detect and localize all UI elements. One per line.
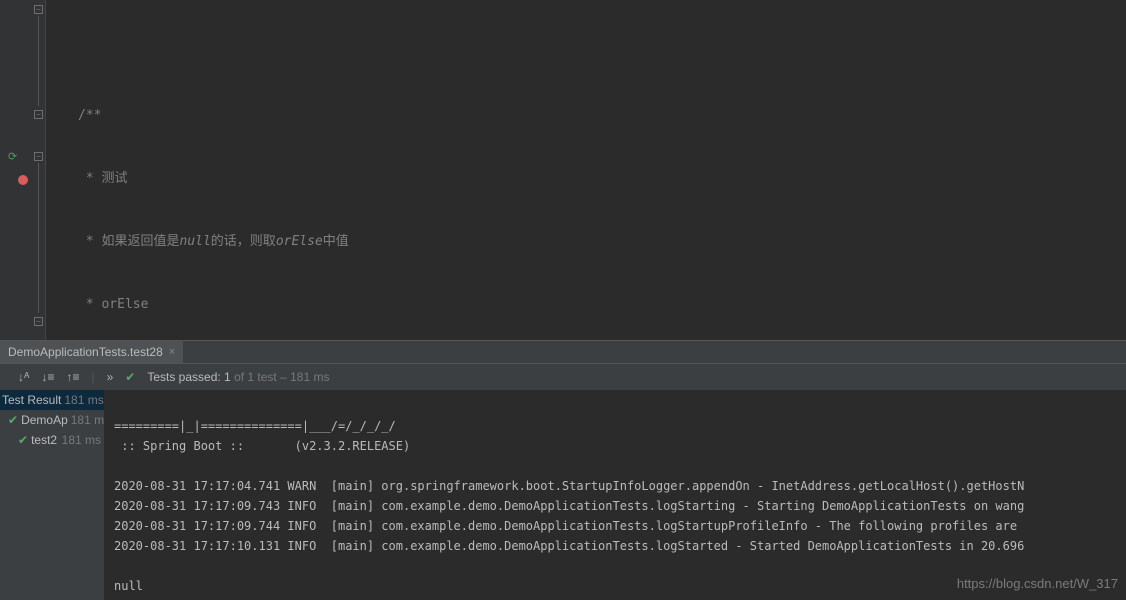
console-line: null (114, 579, 143, 593)
run-tab[interactable]: DemoApplicationTests.test28 × (0, 341, 183, 363)
sort-asc-icon[interactable]: ↓≡ (41, 370, 54, 384)
tests-passed-text: Tests passed: 1 of 1 test – 181 ms (147, 370, 329, 384)
fold-toggle-icon[interactable]: − (34, 5, 43, 14)
tree-root[interactable]: Test Result 181 ms (0, 390, 104, 410)
tab-label: DemoApplicationTests.test28 (8, 345, 163, 359)
comment-line: /** (78, 108, 101, 123)
fold-toggle-icon[interactable]: − (34, 317, 43, 326)
run-tab-bar: DemoApplicationTests.test28 × (0, 340, 1126, 363)
check-icon: ✔ (125, 370, 135, 384)
console-line: :: Spring Boot :: (v2.3.2.RELEASE) (114, 439, 410, 453)
expand-icon[interactable]: » (107, 370, 114, 384)
sort-desc-icon[interactable]: ↑≡ (66, 370, 79, 384)
breakpoint-icon[interactable] (18, 175, 28, 185)
test-tree[interactable]: Test Result 181 ms ✔ DemoAp 181 ms ✔ tes… (0, 390, 104, 600)
console-line: 2020-08-31 17:17:10.131 INFO [main] com.… (114, 539, 1024, 553)
comment-line: * 如果返回值是null的话，则取orElse中值 (78, 234, 349, 249)
console-line: 2020-08-31 17:17:09.743 INFO [main] com.… (114, 499, 1024, 513)
close-icon[interactable]: × (169, 346, 175, 358)
sort-alpha-icon[interactable]: ↓ᴬ (18, 370, 29, 384)
editor-area: − − ⟳ − − /** * 测试 * 如果返回值是null的话，则取orEl… (0, 0, 1126, 340)
check-icon: ✔ (18, 433, 28, 447)
comment-line: * orElse (78, 297, 148, 312)
code-editor[interactable]: /** * 测试 * 如果返回值是null的话，则取orElse中值 * orE… (46, 0, 1126, 340)
check-icon: ✔ (8, 413, 18, 427)
tree-node[interactable]: ✔ test2 181 ms (0, 430, 104, 450)
watermark: https://blog.csdn.net/W_317 (957, 574, 1118, 594)
fold-toggle-icon[interactable]: − (34, 110, 43, 119)
gutter: − − ⟳ − − (0, 0, 46, 340)
test-toolbar: ↓ᴬ ↓≡ ↑≡ | » ✔ Tests passed: 1 of 1 test… (0, 363, 1126, 390)
comment-line: * 测试 (78, 171, 127, 186)
console-output[interactable]: =========|_|==============|___/=/_/_/_/ … (104, 390, 1126, 600)
console-line: =========|_|==============|___/=/_/_/_/ (114, 419, 396, 433)
tree-node[interactable]: ✔ DemoAp 181 ms (0, 410, 104, 430)
run-gutter-icon[interactable]: ⟳ (8, 150, 17, 163)
fold-toggle-icon[interactable]: − (34, 152, 43, 161)
console-line: 2020-08-31 17:17:04.741 WARN [main] org.… (114, 479, 1024, 493)
bottom-panel: Test Result 181 ms ✔ DemoAp 181 ms ✔ tes… (0, 390, 1126, 600)
console-line: 2020-08-31 17:17:09.744 INFO [main] com.… (114, 519, 1024, 533)
